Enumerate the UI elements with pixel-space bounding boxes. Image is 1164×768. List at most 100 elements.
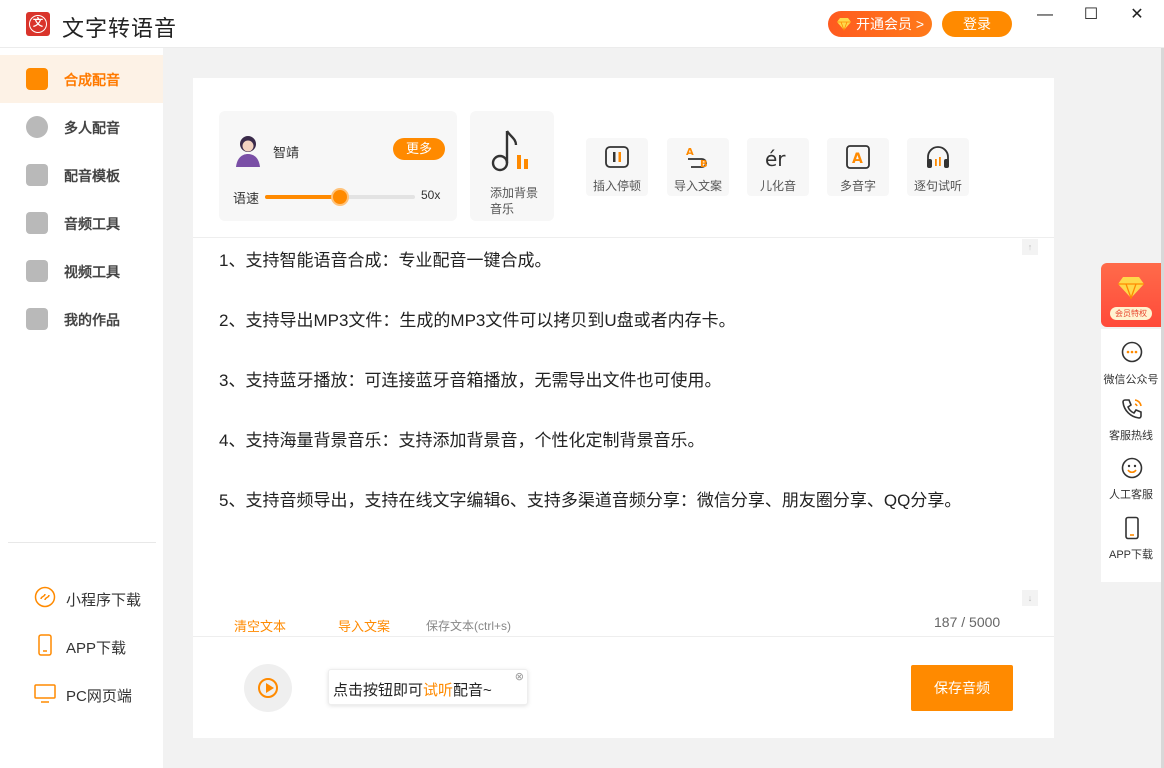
paragraph-1: 1、支持智能语音合成：专业配音一键合成。 (219, 251, 552, 270)
vip-privilege-tag: 会员特权 (1110, 307, 1152, 320)
import-text-link[interactable]: 导入文案 (338, 616, 390, 635)
svg-text:ér: ér (765, 147, 786, 170)
live-support-button[interactable]: 人工客服 (1101, 448, 1161, 508)
save-audio-button[interactable]: 保存音频 (911, 665, 1013, 711)
tooltip-suffix: 配音~ (453, 682, 492, 699)
sidebar-item-synthesis[interactable]: 合成配音 (0, 55, 163, 103)
sentence-preview-button[interactable]: 逐句试听 (907, 138, 969, 196)
vip-privilege-button[interactable]: 会员特权 (1101, 263, 1161, 327)
wechat-official-button[interactable]: 微信公众号 (1101, 333, 1161, 393)
miniprogram-download-link[interactable]: 小程序下载 (0, 578, 163, 618)
paragraph-2: 2、支持导出MP3文件：生成的MP3文件可以拷贝到U盘或者内存卡。 (219, 311, 736, 330)
sidebar-item-label: 多人配音 (64, 120, 120, 136)
voice-avatar[interactable] (233, 133, 263, 167)
speed-slider[interactable] (265, 188, 415, 206)
insert-pause-button[interactable]: 插入停顿 (586, 138, 648, 196)
sidebar-item-my-works[interactable]: 我的作品 (0, 295, 163, 343)
phone-icon (38, 634, 52, 656)
speed-slider-handle[interactable] (331, 188, 349, 206)
erhua-label: 儿化音 (759, 179, 796, 193)
sidebar-item-audio-tools[interactable]: 音频工具 (0, 199, 163, 247)
paragraph-4: 4、支持海量背景音乐：支持添加背景音，个性化定制背景音乐。 (219, 431, 705, 450)
tooltip-close-icon[interactable]: ⊗ (515, 670, 524, 683)
music-note-icon (491, 130, 528, 172)
import-text-icon: AB (686, 147, 708, 170)
miniprogram-download-label: 小程序下载 (66, 592, 142, 609)
float-panel: 微信公众号 客服热线 人工客服 APP下载 (1101, 329, 1161, 582)
sidebar: 合成配音 多人配音 配音模板 音频工具 视频工具 我的作品 小程序下载 APP下… (0, 48, 163, 768)
add-bgm-label: 添加背景音乐 (490, 186, 539, 216)
pc-web-link[interactable]: PC网页端 (0, 674, 163, 714)
monitor-icon (34, 684, 56, 703)
play-preview-button[interactable] (244, 664, 292, 712)
tooltip-prefix: 点击按钮即可 (333, 682, 424, 699)
service-hotline-button[interactable]: 客服热线 (1101, 389, 1161, 449)
tooltip-highlight: 试听 (423, 682, 454, 699)
float-app-download-button[interactable]: APP下载 (1101, 508, 1161, 568)
maximize-button[interactable]: ☐ (1076, 4, 1106, 26)
sidebar-divider (8, 542, 156, 543)
voice-card: 智靖 更多 语速 50x (219, 111, 457, 221)
sidebar-item-label: 我的作品 (64, 312, 120, 328)
chevron-right-icon: > (915, 16, 924, 32)
bottom-divider (193, 636, 1054, 637)
main-panel: 智靖 更多 语速 50x 添加背景音乐 插入停顿 AB 导入文案 ér 儿化音 … (193, 78, 1054, 738)
close-button[interactable]: ✕ (1122, 4, 1152, 26)
speed-value: 50x (421, 188, 441, 202)
er-icon: ér (765, 147, 786, 170)
svg-text:B: B (700, 159, 708, 170)
scroll-down-button[interactable]: ↓ (1022, 590, 1038, 606)
headphones-icon (927, 146, 949, 168)
text-editor[interactable]: 1、支持智能语音合成：专业配音一键合成。 2、支持导出MP3文件：生成的MP3文… (219, 238, 1038, 606)
more-voices-button[interactable]: 更多 (393, 138, 445, 160)
live-support-label: 人工客服 (1109, 489, 1153, 501)
sidebar-item-label: 合成配音 (64, 72, 120, 88)
character-counter: 187 / 5000 (934, 614, 1001, 630)
video-icon (26, 260, 48, 282)
login-button[interactable]: 登录 (942, 11, 1012, 37)
sidebar-item-video-tools[interactable]: 视频工具 (0, 247, 163, 295)
app-logo-icon: 文 (26, 12, 50, 36)
diamond-icon (837, 18, 851, 31)
app-download-link[interactable]: APP下载 (0, 626, 163, 666)
sidebar-item-templates[interactable]: 配音模板 (0, 151, 163, 199)
tooltip-text: 点击按钮即可试听配音~ (333, 679, 492, 700)
pc-web-label: PC网页端 (66, 688, 132, 705)
scroll-up-button[interactable]: ↑ (1022, 239, 1038, 255)
import-text-label: 导入文案 (673, 179, 722, 193)
sidebar-item-multi-voice[interactable]: 多人配音 (0, 103, 163, 151)
svg-text:A: A (852, 151, 863, 167)
import-text-button[interactable]: AB 导入文案 (667, 138, 729, 196)
diamond-icon (1118, 277, 1144, 299)
wechat-official-label: 微信公众号 (1103, 374, 1159, 386)
sidebar-item-label: 音频工具 (64, 216, 120, 232)
voice-name: 智靖 (273, 145, 300, 160)
service-face-icon (1121, 457, 1143, 479)
app-logo-char: 文 (29, 15, 47, 33)
wechat-chat-icon (1121, 341, 1143, 363)
save-text-button[interactable]: 保存文本(ctrl+s) (426, 617, 511, 634)
title-bar: 文 文字转语音 开通会员 > 登录 — ☐ ✕ (0, 0, 1164, 48)
music-note-icon (26, 212, 48, 234)
sidebar-item-label: 配音模板 (64, 168, 120, 184)
service-hotline-label: 客服热线 (1109, 430, 1153, 442)
mobile-icon (1125, 516, 1139, 540)
minimize-button[interactable]: — (1030, 4, 1060, 26)
insert-pause-label: 插入停顿 (592, 179, 641, 193)
vip-label: 开通会员 (856, 16, 912, 32)
vip-button[interactable]: 开通会员 > (828, 11, 932, 37)
miniprogram-icon (34, 586, 56, 608)
sentence-preview-label: 逐句试听 (913, 179, 962, 193)
erhua-button[interactable]: ér 儿化音 (747, 138, 809, 196)
app-title: 文字转语音 (62, 16, 178, 41)
polyphone-button[interactable]: A 多音字 (827, 138, 889, 196)
folder-icon (26, 308, 48, 330)
clear-text-button[interactable]: 清空文本 (234, 616, 286, 635)
pause-insert-icon (605, 146, 629, 168)
template-icon (26, 164, 48, 186)
paragraph-5: 5、支持音频导出，支持在线文字编辑6、支持多渠道音频分享：微信分享、朋友圈分享、… (219, 491, 962, 510)
add-bgm-button[interactable]: 添加背景音乐 (470, 111, 554, 221)
sidebar-item-label: 视频工具 (64, 264, 120, 280)
app-download-label: APP下载 (66, 640, 127, 657)
microphone-icon (26, 68, 48, 90)
